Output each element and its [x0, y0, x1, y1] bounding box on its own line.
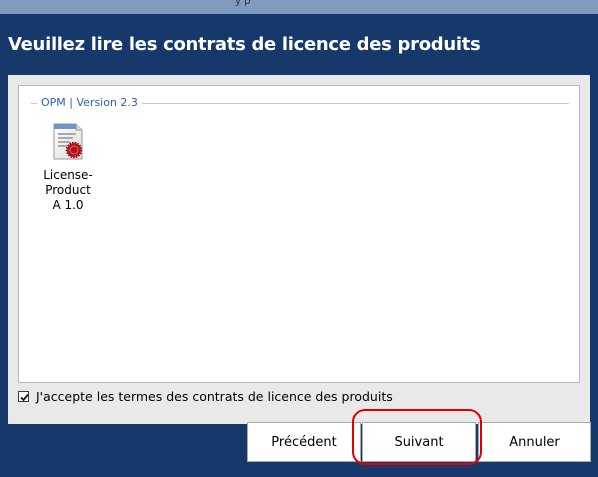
- license-product-item[interactable]: License-Product A 1.0: [25, 122, 111, 214]
- accept-terms-label: J'accepte les termes des contrats de lic…: [36, 389, 393, 404]
- product-name-line2: A 1.0: [52, 198, 84, 212]
- window-top-strip: y p: [0, 0, 598, 14]
- checkmark-icon: [20, 393, 29, 402]
- next-button[interactable]: Suivant: [362, 422, 476, 462]
- group-label: OPM | Version 2.3: [37, 96, 142, 109]
- group-header: OPM | Version 2.3: [31, 96, 569, 111]
- product-name: License-Product A 1.0: [25, 168, 111, 213]
- dialog-title: Veuillez lire les contrats de licence de…: [8, 34, 481, 55]
- certificate-document-icon: [53, 123, 83, 160]
- cancel-button[interactable]: Annuler: [478, 422, 591, 462]
- main-panel: OPM | Version 2.3 License-Product A 1.0 …: [8, 75, 590, 424]
- license-dialog: Veuillez lire les contrats de licence de…: [0, 14, 598, 477]
- previous-button[interactable]: Précédent: [247, 422, 361, 462]
- accept-terms-checkbox[interactable]: [18, 391, 29, 402]
- window-title-fragment: y p: [235, 0, 251, 7]
- product-name-line1: License-Product: [43, 168, 93, 197]
- products-list[interactable]: OPM | Version 2.3 License-Product A 1.0: [18, 85, 580, 383]
